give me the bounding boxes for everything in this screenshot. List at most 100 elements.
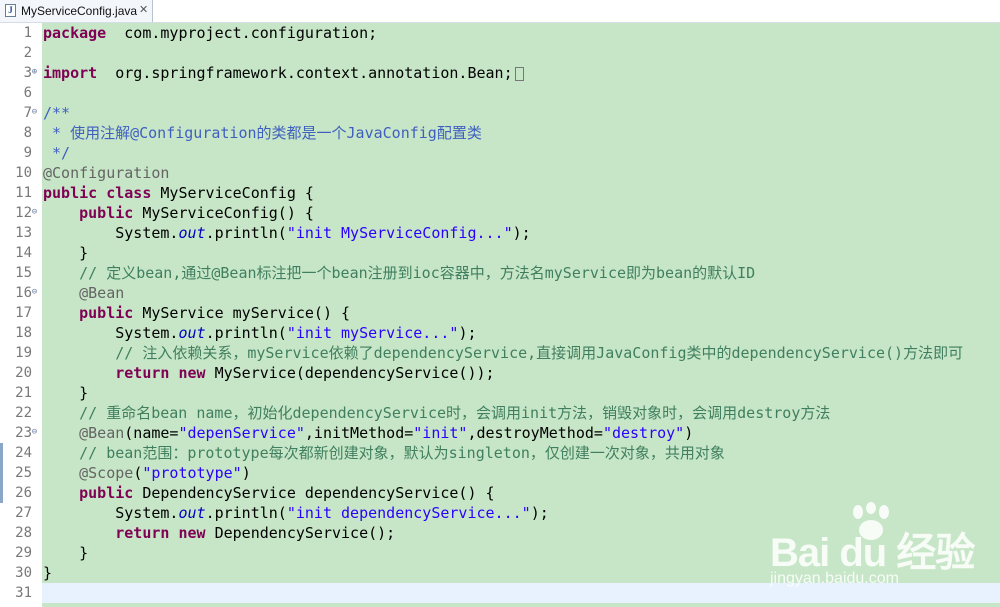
code-token: ); [530, 504, 549, 522]
close-icon[interactable]: ✕ [139, 3, 148, 16]
code-line[interactable]: 6 [0, 83, 1000, 103]
code-line[interactable]: 18 System.out.println("init myService...… [0, 323, 1000, 343]
line-number: 29 [15, 545, 32, 561]
code-text: @Bean [43, 283, 124, 303]
code-token: public [79, 304, 134, 322]
code-line[interactable]: 2 [0, 43, 1000, 63]
line-number: 23 [15, 425, 32, 441]
code-text: import org.springframework.context.annot… [43, 63, 524, 83]
expand-fold-icon[interactable]: ⊕ [31, 68, 38, 77]
code-text: return new MyService(dependencyService()… [43, 363, 494, 383]
line-number: 28 [15, 525, 32, 541]
code-text: // bean范围：prototype每次都新创建对象，默认为singleton… [43, 443, 725, 463]
code-token: @Bean [79, 424, 125, 442]
line-number: 13 [15, 225, 32, 241]
code-token: ,initMethod= [304, 424, 414, 442]
code-editor[interactable]: 1 package com.myproject.configuration; 2 3 ⊕… [0, 23, 1000, 607]
code-line[interactable]: 9 */ [0, 143, 1000, 163]
code-line[interactable]: 22 // 重命名bean name，初始化dependencyService时… [0, 403, 1000, 423]
code-token: "init dependencyService..." [286, 504, 531, 522]
code-token: ) [684, 424, 694, 442]
line-number: 25 [15, 465, 32, 481]
code-line[interactable]: 19 // 注入依赖关系，myService依赖了dependencyServi… [0, 343, 1000, 363]
code-token: // 重命名bean name，初始化dependencyService时，会调… [79, 404, 831, 422]
code-token: "destroy" [602, 424, 685, 442]
line-number: 10 [15, 165, 32, 181]
code-token: // 注入依赖关系，myService依赖了dependencyService,… [115, 344, 964, 362]
code-text: // 定义bean,通过@Bean标注把一个bean注册到ioc容器中，方法名m… [43, 263, 755, 283]
code-line[interactable]: 11 public class MyServiceConfig { [0, 183, 1000, 203]
collapse-fold-icon[interactable]: ⊖ [31, 208, 38, 217]
line-number: 27 [15, 505, 32, 521]
line-number: 7 [23, 105, 32, 121]
code-token: @Bean [79, 284, 125, 302]
collapsed-import-marker[interactable] [514, 66, 524, 81]
code-token: @Configuration [43, 164, 170, 182]
code-text: */ [43, 143, 70, 163]
code-line[interactable]: 30} [0, 563, 1000, 583]
code-text: @Bean(name="depenService",initMethod="in… [43, 423, 693, 443]
code-token: System. [43, 324, 179, 342]
line-number: 30 [15, 565, 32, 581]
code-line[interactable]: 31 [15, 583, 1000, 603]
editor-tab-bar: J MyServiceConfig.java ✕ [0, 0, 1000, 23]
code-line[interactable]: 15 // 定义bean,通过@Bean标注把一个bean注册到ioc容器中，方… [0, 263, 1000, 283]
line-number: 16 [15, 285, 32, 301]
code-text: package com.myproject.configuration; [43, 23, 377, 43]
code-line[interactable]: 25 @Scope("prototype") [0, 463, 1000, 483]
line-number: 26 [15, 485, 32, 501]
code-token: MyServiceConfig { [151, 184, 314, 202]
code-line[interactable]: 8 * 使用注解@Configuration的类都是一个JavaConfig配置… [0, 123, 1000, 143]
code-line[interactable]: 3 ⊕ import org.springframework.context.ann… [0, 63, 1000, 83]
code-token: ) [241, 464, 251, 482]
code-token: .println( [205, 504, 287, 522]
code-token: } [43, 244, 89, 262]
collapse-fold-icon[interactable]: ⊖ [31, 288, 38, 297]
code-line[interactable]: 23 ⊖ @Bean(name="depenService",initMethod… [0, 423, 1000, 443]
code-line[interactable]: 10 @Configuration [0, 163, 1000, 183]
code-line[interactable]: 16 ⊖ @Bean [0, 283, 1000, 303]
code-line[interactable]: 13 System.out.println("init MyServiceCon… [0, 223, 1000, 243]
code-token: out [178, 324, 206, 342]
line-number: 18 [15, 325, 32, 341]
code-line[interactable]: 20 return new MyService(dependencyServic… [0, 363, 1000, 383]
code-token: return new [115, 524, 206, 542]
code-text: System.out.println("init MyServiceConfig… [43, 223, 530, 243]
code-token: out [178, 504, 206, 522]
code-token: (name= [124, 424, 179, 442]
code-line[interactable]: 24 // bean范围：prototype每次都新创建对象，默认为single… [0, 443, 1000, 463]
code-token: System. [43, 504, 179, 522]
line-number: 22 [15, 405, 32, 421]
code-text: } [43, 243, 88, 263]
code-text: return new DependencyService(); [43, 523, 395, 543]
code-line[interactable]: 14 } [0, 243, 1000, 263]
code-line[interactable]: 7 ⊖ /** [0, 103, 1000, 123]
code-line[interactable]: 29 } [0, 543, 1000, 563]
line-number: 9 [23, 145, 32, 161]
code-token: org.springframework.context.annotation.B… [97, 64, 513, 82]
collapse-fold-icon[interactable]: ⊖ [31, 428, 38, 437]
code-text: // 注入依赖关系，myService依赖了dependencyService,… [43, 343, 963, 363]
code-line[interactable]: 21 } [0, 383, 1000, 403]
line-number: 12 [15, 205, 32, 221]
line-number: 24 [15, 445, 32, 461]
tab-myserviceconfig[interactable]: J MyServiceConfig.java ✕ [0, 0, 153, 22]
code-token: ( [133, 464, 143, 482]
collapse-fold-icon[interactable]: ⊖ [31, 108, 38, 117]
code-line[interactable]: 26 public DependencyService dependencySe… [0, 483, 1000, 503]
code-token: /** [43, 104, 71, 122]
code-token: DependencyService dependencyService() { [133, 484, 495, 502]
code-line[interactable]: 12 ⊖ public MyServiceConfig() { [0, 203, 1000, 223]
code-line[interactable]: 1 package com.myproject.configuration; [0, 23, 1000, 43]
code-text: public MyService myService() { [43, 303, 350, 323]
code-token: } [43, 384, 89, 402]
code-text: } [43, 563, 52, 583]
line-number: 6 [23, 85, 32, 101]
code-line[interactable]: 17 public MyService myService() { [0, 303, 1000, 323]
code-line[interactable]: 27 System.out.println("init dependencySe… [0, 503, 1000, 523]
code-line[interactable]: 28 return new DependencyService(); [0, 523, 1000, 543]
